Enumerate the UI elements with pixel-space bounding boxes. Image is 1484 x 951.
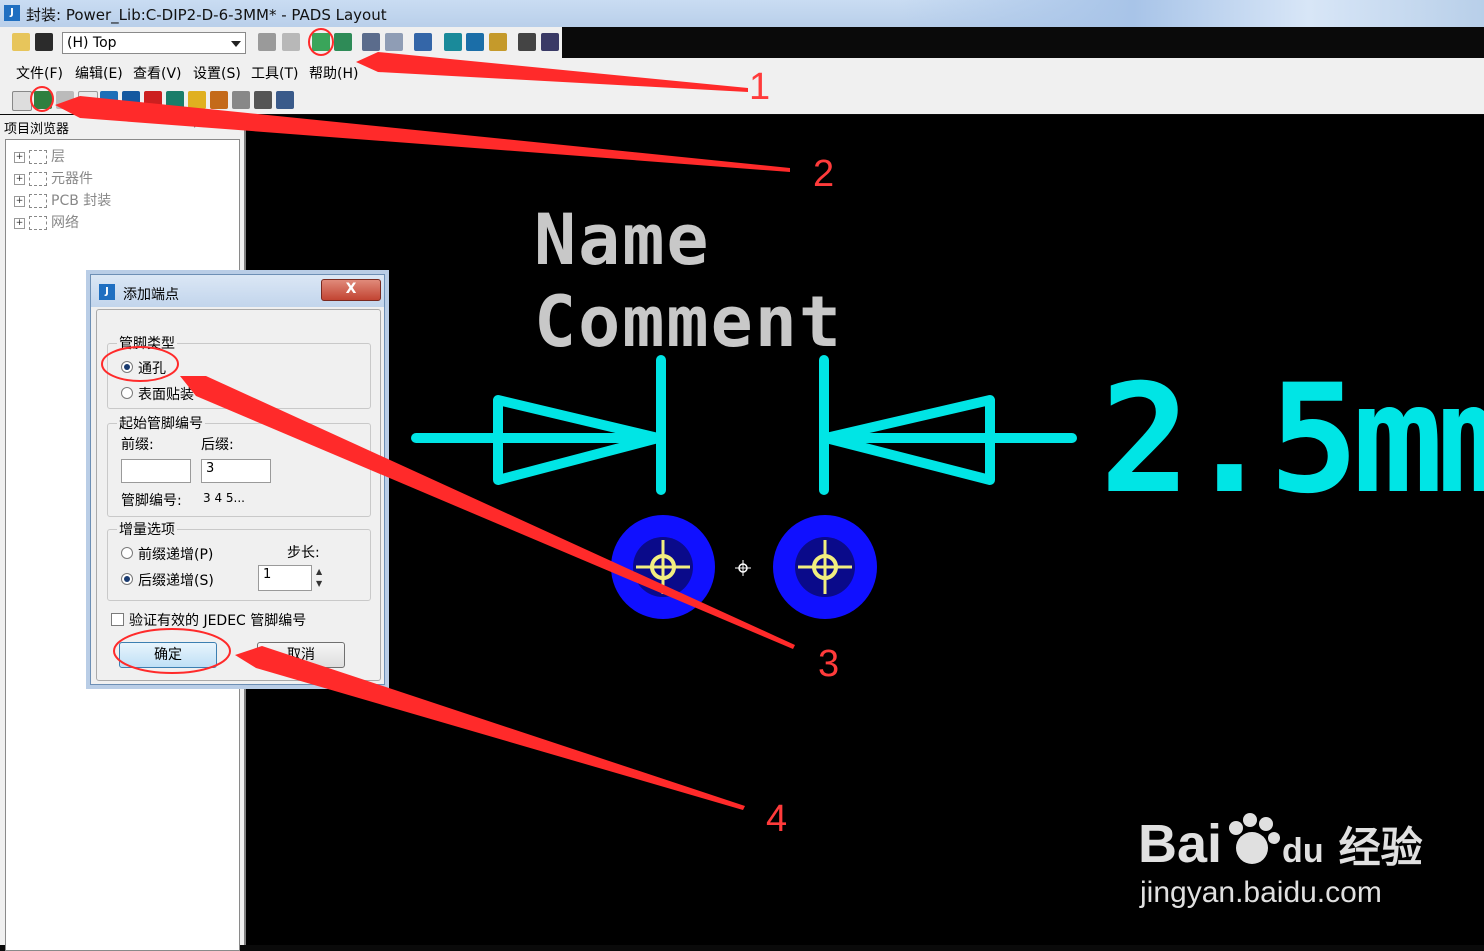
watermark-product: 经验 bbox=[1338, 824, 1423, 871]
watermark-brand2: du bbox=[1282, 832, 1324, 870]
arrow-3 bbox=[180, 376, 795, 649]
watermark-brand: Bai bbox=[1138, 814, 1223, 874]
annotation-overlay bbox=[55, 52, 795, 810]
annotation-2: 2 bbox=[813, 153, 835, 195]
highlight-circle-3 bbox=[101, 346, 179, 382]
arrow-2 bbox=[55, 96, 790, 172]
annotation-4: 4 bbox=[766, 798, 788, 840]
paw-icon bbox=[1229, 813, 1281, 864]
arrow-1 bbox=[356, 52, 748, 92]
baidu-watermark: Bai du 经验 bbox=[1138, 810, 1423, 875]
annotation-3: 3 bbox=[818, 643, 840, 685]
watermark-url: jingyan.baidu.com bbox=[1140, 876, 1382, 909]
annotation-1: 1 bbox=[749, 66, 771, 108]
highlight-circle-4 bbox=[113, 628, 231, 674]
arrow-4 bbox=[235, 646, 745, 810]
